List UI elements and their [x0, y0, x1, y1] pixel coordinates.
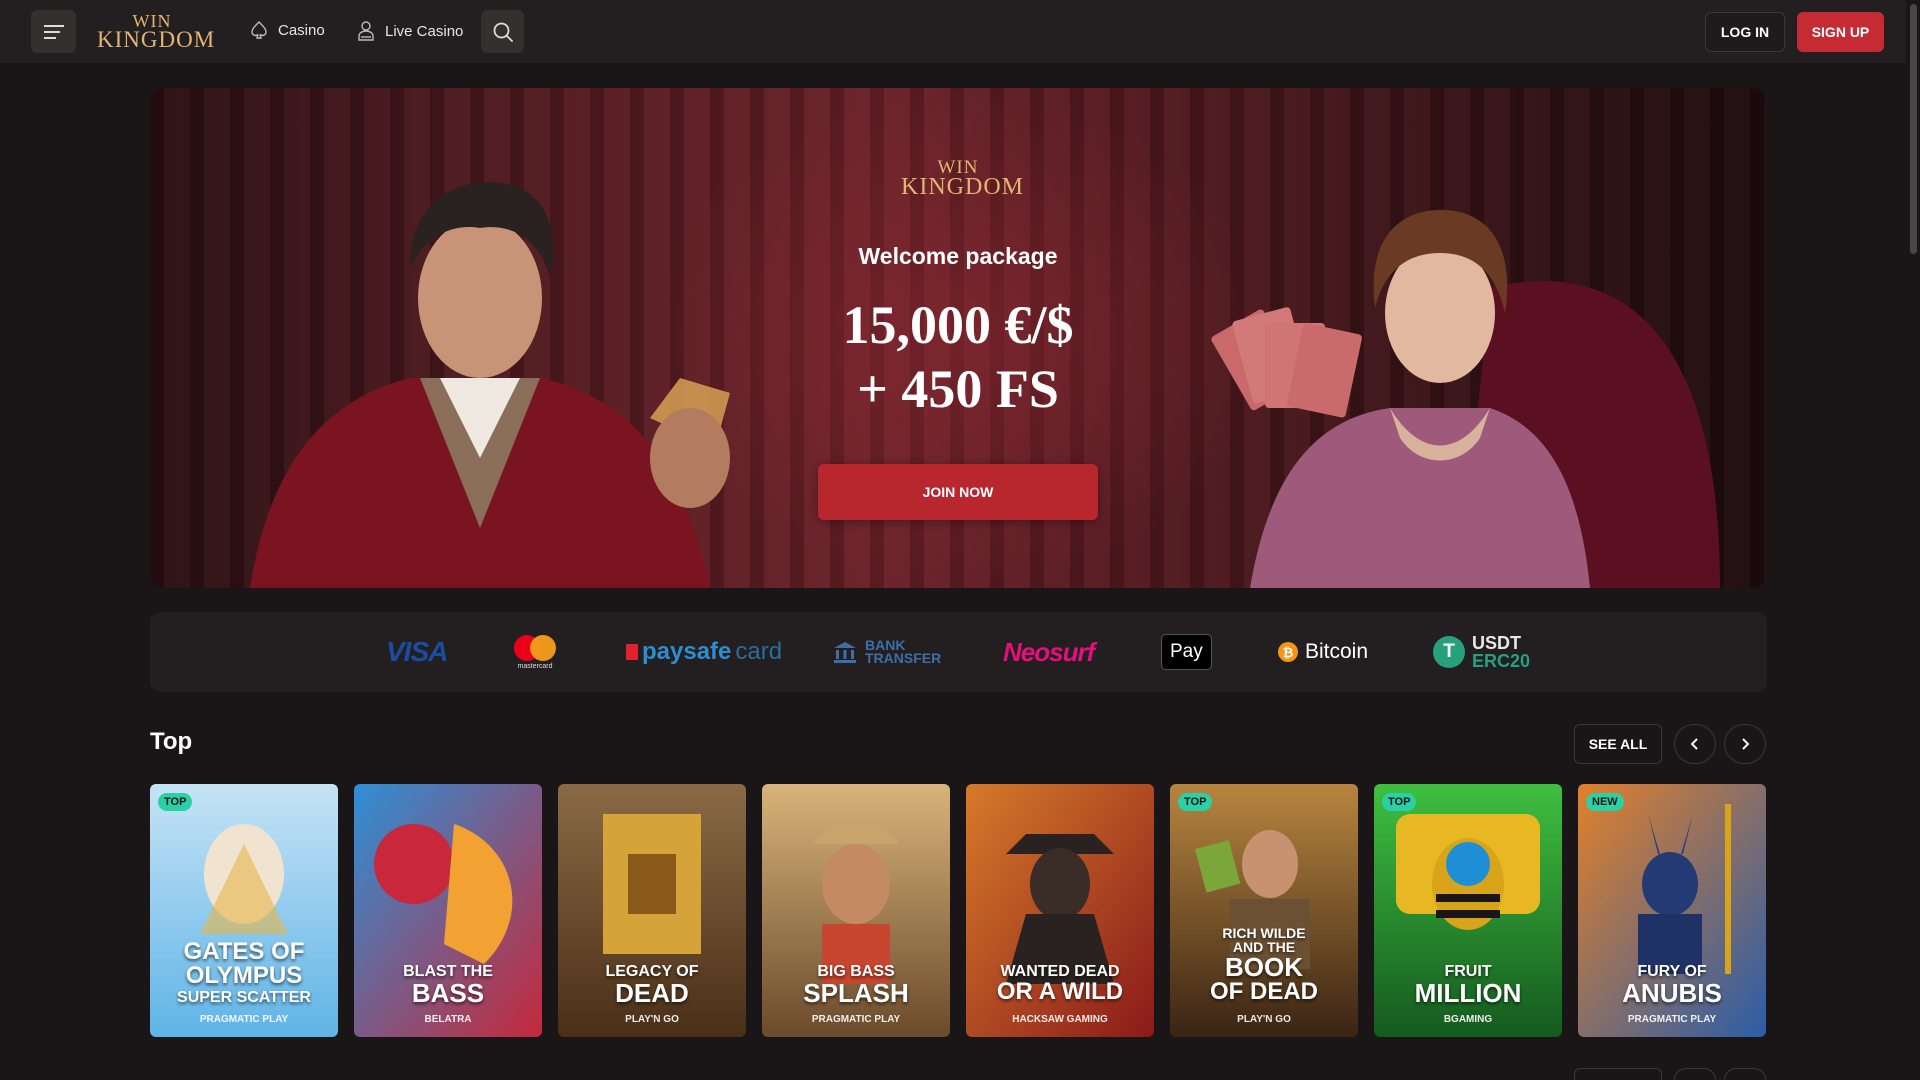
nav-live-casino-label: Live Casino	[385, 22, 464, 40]
badge-top: TOP	[158, 793, 193, 811]
bank-transfer-logo: BANK TRANSFER	[833, 612, 941, 692]
game-title-line2: SPLASH	[803, 978, 909, 1008]
mastercard-label: mastercard	[517, 662, 553, 670]
search-icon	[493, 22, 513, 42]
hero-bonus-amount: 15,000 €/$ + 450 FS	[758, 293, 1158, 421]
game-title-line2: BASS	[411, 978, 485, 1008]
game-provider: PRAGMATIC PLAY	[199, 1014, 289, 1025]
nav-casino-label: Casino	[278, 21, 325, 39]
next-section-see-all-peek[interactable]	[1574, 1068, 1662, 1080]
game-title: WANTED DEAD OR A WILD	[966, 964, 1154, 1004]
visa-logo: VISA	[386, 636, 448, 667]
game-title-line1: RICH WILDE AND THE	[1222, 925, 1306, 955]
game-tile-fruit-million[interactable]: TOP FRUIT MILLION BGAMING	[1374, 784, 1562, 1037]
game-provider: BELATRA	[424, 1014, 472, 1025]
hero-subtitle: Welcome package	[858, 243, 1058, 269]
game-title-line2: ANUBIS	[1622, 978, 1722, 1008]
game-title-line1: GATES OF	[183, 938, 305, 965]
search-button[interactable]	[481, 10, 524, 53]
game-title-line2: OLYMPUS	[185, 962, 303, 989]
section-title-top: Top	[150, 728, 193, 755]
neosurf-logo: Neosurf	[1003, 636, 1095, 667]
hero-man-illustration	[250, 182, 730, 588]
bitcoin-logo: ₿ Bitcoin	[1278, 612, 1368, 692]
game-provider: PLAY'N GO	[1237, 1014, 1291, 1025]
game-tile-legacy-of-dead[interactable]: LEGACY OF DEAD PLAY'N GO	[558, 784, 746, 1037]
next-section-prev-peek[interactable]	[1674, 1068, 1716, 1080]
game-title-line3: SUPER SCATTER	[177, 989, 311, 1006]
badge-top: TOP	[1178, 793, 1213, 811]
apple-pay-label: Pay	[1170, 641, 1203, 662]
mastercard-icon	[514, 634, 556, 661]
join-now-button[interactable]: JOIN NOW	[818, 464, 1098, 520]
apple-pay-logo: Pay	[1161, 612, 1212, 692]
paysafecard-lock-icon	[626, 644, 638, 660]
paysafecard-logo: paysafe card	[626, 612, 782, 692]
badge-new: NEW	[1586, 793, 1624, 811]
chevron-left-icon	[1690, 738, 1698, 750]
usdt-erc20-logo: T USDT ERC20	[1433, 612, 1530, 692]
carousel-next-button[interactable]	[1724, 724, 1766, 764]
hero-amount-line2: + 450 FS	[857, 359, 1059, 419]
hero-logo: WIN KINGDOM	[901, 158, 1024, 200]
chevron-right-icon	[1742, 738, 1750, 750]
hamburger-icon	[43, 24, 64, 39]
game-title: FRUIT MILLION	[1374, 964, 1562, 1008]
game-title: GATES OF OLYMPUS SUPER SCATTER	[150, 940, 338, 1006]
top-header: WIN KINGDOM Casino Live Casino LOG IN SI…	[0, 0, 1920, 63]
game-provider: PRAGMATIC PLAY	[811, 1014, 901, 1025]
game-title: BIG BASS SPLASH	[762, 964, 950, 1008]
bank-transfer-line2: TRANSFER	[865, 650, 942, 666]
hero-content: WIN KINGDOM Welcome package 15,000 €/$ +…	[758, 88, 1158, 588]
game-tile-gates-of-olympus[interactable]: TOP GATES OF OLYMPUS SUPER SCATTER PRAGM…	[150, 784, 338, 1037]
game-tile-fury-of-anubis[interactable]: NEW FURY OF ANUBIS PRAGMATIC PLAY	[1578, 784, 1766, 1037]
game-title-line2: BOOK	[1225, 952, 1303, 982]
dealer-icon	[358, 21, 374, 41]
usdt-label: USDT	[1472, 633, 1521, 653]
game-title: FURY OF ANUBIS	[1578, 964, 1766, 1008]
hero-amount-line1: 15,000 €/$	[842, 295, 1074, 355]
game-tile-blast-the-bass[interactable]: BLAST THE BASS BELATRA	[354, 784, 542, 1037]
game-title-line2: OR A WILD	[996, 978, 1124, 1005]
bitcoin-label: Bitcoin	[1305, 640, 1369, 663]
paysafecard-label-a: paysafe	[642, 638, 732, 665]
site-logo[interactable]: WIN KINGDOM	[97, 12, 216, 52]
game-title: BLAST THE BASS	[354, 964, 542, 1008]
spade-icon	[251, 21, 267, 39]
page-scrollbar[interactable]	[1906, 0, 1920, 1080]
logo-text-kingdom: KINGDOM	[97, 27, 216, 52]
game-title-line3: OF DEAD	[1210, 978, 1318, 1005]
nav-casino[interactable]: Casino	[249, 20, 325, 40]
game-provider: BGAMING	[1443, 1014, 1493, 1025]
payment-methods-strip: VISA mastercard paysafe card BANK TRANSFE…	[150, 612, 1767, 692]
menu-button[interactable]	[31, 10, 76, 53]
game-title: LEGACY OF DEAD	[558, 964, 746, 1008]
hero-banner[interactable]: WIN KINGDOM Welcome package 15,000 €/$ +…	[150, 88, 1767, 588]
tether-icon: T	[1433, 636, 1465, 668]
scrollbar-thumb[interactable]	[1910, 4, 1917, 254]
erc20-label: ERC20	[1472, 651, 1531, 671]
mastercard-logo: mastercard	[514, 612, 556, 692]
carousel-prev-button[interactable]	[1674, 724, 1716, 764]
game-provider: PLAY'N GO	[625, 1014, 679, 1025]
game-provider: PRAGMATIC PLAY	[1627, 1014, 1717, 1025]
game-title-line2: DEAD	[615, 978, 689, 1008]
hero-logo-kingdom: KINGDOM	[901, 174, 1024, 200]
paysafecard-label-b: card	[735, 638, 783, 665]
nav-live-casino[interactable]: Live Casino	[356, 20, 463, 42]
bank-icon	[834, 642, 856, 663]
next-section-next-peek[interactable]	[1724, 1068, 1766, 1080]
game-title-line2: MILLION	[1414, 978, 1522, 1008]
game-title: RICH WILDE AND THE BOOK OF DEAD	[1170, 926, 1358, 1004]
game-tile-big-bass-splash[interactable]: BIG BASS SPLASH PRAGMATIC PLAY	[762, 784, 950, 1037]
game-tile-book-of-dead[interactable]: TOP RICH WILDE AND THE BOOK OF DEAD PLAY…	[1170, 784, 1358, 1037]
login-button[interactable]: LOG IN	[1705, 12, 1785, 52]
hero-woman-illustration	[1211, 209, 1720, 588]
bitcoin-icon: ₿	[1278, 642, 1298, 662]
game-tile-wanted-dead-or-a-wild[interactable]: WANTED DEAD OR A WILD HACKSAW GAMING	[966, 784, 1154, 1037]
badge-top: TOP	[1382, 793, 1417, 811]
see-all-button[interactable]: SEE ALL	[1574, 724, 1662, 764]
signup-button[interactable]: SIGN UP	[1797, 12, 1884, 52]
game-provider: HACKSAW GAMING	[1012, 1014, 1108, 1025]
